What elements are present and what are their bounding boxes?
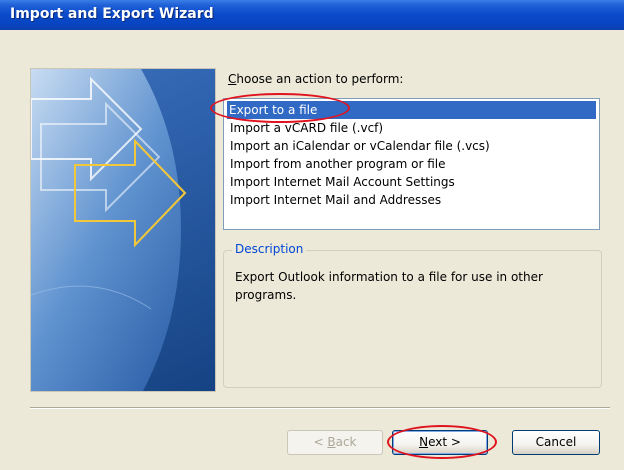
button-separator	[30, 407, 610, 409]
action-prompt-label: Choose an action to perform:	[228, 72, 404, 86]
action-item-export-to-file[interactable]: Export to a file	[227, 101, 596, 119]
action-listbox[interactable]: Export to a file Import a vCARD file (.v…	[223, 98, 600, 230]
next-access-key: N	[419, 435, 429, 449]
window-title: Import and Export Wizard	[10, 6, 214, 22]
wizard-side-graphic	[30, 68, 216, 392]
description-text: Export Outlook information to a file for…	[235, 270, 543, 302]
import-export-wizard-window: Import and Export Wizard Choose an actio…	[0, 0, 624, 470]
action-item-import-vcard[interactable]: Import a vCARD file (.vcf)	[228, 119, 385, 137]
action-item-import-from-program[interactable]: Import from another program or file	[228, 155, 448, 173]
back-access-key: B	[327, 435, 336, 449]
next-button[interactable]: Next >	[392, 430, 488, 455]
cancel-button[interactable]: Cancel	[512, 430, 600, 455]
back-button[interactable]: < Back	[287, 430, 383, 455]
action-item-import-mail-addresses[interactable]: Import Internet Mail and Addresses	[228, 191, 443, 209]
wizard-arrows-icon	[31, 69, 215, 391]
action-item-import-icalendar[interactable]: Import an iCalendar or vCalendar file (.…	[228, 137, 492, 155]
action-item-import-mail-settings[interactable]: Import Internet Mail Account Settings	[228, 173, 457, 191]
description-legend: Description	[232, 242, 307, 256]
title-bar: Import and Export Wizard	[0, 0, 624, 30]
